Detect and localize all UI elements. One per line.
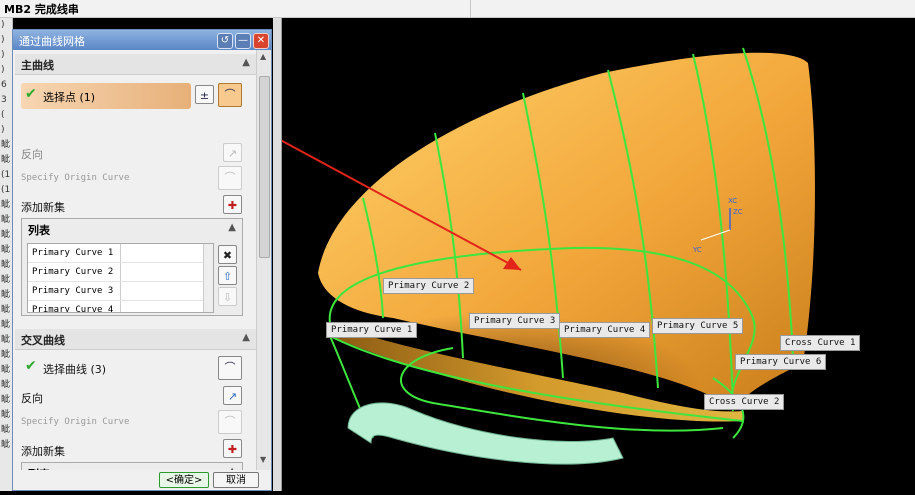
label-cross-curve-1[interactable]: Cross Curve 1: [780, 335, 861, 351]
primary-curves-title: 主曲线: [21, 59, 54, 72]
left-strip-item: 眦: [1, 440, 11, 450]
dialog-title: 通过曲线网格: [19, 35, 85, 48]
list-item[interactable]: Primary Curve 3: [28, 282, 213, 301]
reset-button[interactable]: ↺: [217, 33, 233, 49]
left-strip-item: 眦: [1, 380, 11, 390]
graphics-viewport[interactable]: XC ZC YC Primary Curve 2 Primary Curve 1…: [172, 18, 915, 491]
cancel-button[interactable]: 取消: [213, 472, 259, 488]
left-strip-item: 眦: [1, 335, 11, 345]
reverse-direction-button[interactable]: ↗: [223, 143, 242, 162]
dialog-content: 主曲线 ▲ ✔ 选择点 (1) ± ⌒ 反向 ↗ Specify Origin …: [13, 50, 256, 490]
cross-curves-title: 交叉曲线: [21, 334, 65, 347]
app-title: MB2 完成线串: [4, 3, 79, 16]
minimize-button[interactable]: —: [235, 33, 251, 49]
cross-origin-label: Specify Origin Curve: [21, 417, 130, 427]
move-down-icon[interactable]: ⇩: [218, 287, 237, 306]
left-strip-item: 眦: [1, 200, 11, 210]
list-item[interactable]: Primary Curve 2: [28, 263, 213, 282]
left-strip-item: ): [1, 125, 5, 135]
left-strip-item: 眦: [1, 230, 11, 240]
scroll-up-icon[interactable]: ▲: [260, 52, 266, 61]
left-strip-item: 眦: [1, 410, 11, 420]
scroll-thumb[interactable]: [259, 76, 270, 258]
label-primary-curve-3[interactable]: Primary Curve 3: [469, 313, 561, 329]
scroll-down-icon[interactable]: ▼: [260, 455, 266, 464]
table-scrollbar[interactable]: [203, 244, 213, 312]
viewport-left-scrollbar[interactable]: [273, 18, 282, 491]
yc-axis-label: YC: [693, 246, 702, 254]
label-primary-curve-4[interactable]: Primary Curve 4: [559, 322, 651, 338]
primary-add-set-label: 添加新集: [21, 201, 65, 214]
select-point-label: 选择点 (1): [43, 91, 96, 104]
model-scene: [172, 47, 815, 465]
left-strip-item: 眦: [1, 260, 11, 270]
curve-select-button[interactable]: ⌒: [218, 83, 242, 107]
through-curve-mesh-dialog: 通过曲线网格 ↺ — ✕ 主曲线 ▲ ✔ 选择点 (1) ± ⌒ 反向 ↗ Sp…: [12, 29, 272, 491]
primary-origin-label: Specify Origin Curve: [21, 173, 130, 183]
label-primary-curve-1[interactable]: Primary Curve 1: [326, 322, 418, 338]
cross-add-set-label: 添加新集: [21, 445, 65, 458]
move-up-icon[interactable]: ⇧: [218, 266, 237, 285]
label-cross-curve-2[interactable]: Cross Curve 2: [704, 394, 785, 410]
primary-reverse-label: 反向: [21, 148, 43, 161]
list-title: 列表: [28, 224, 50, 237]
check-icon: ✔: [25, 86, 37, 102]
origin-curve-button[interactable]: ⌒: [218, 166, 242, 190]
left-strip-item: ): [1, 65, 5, 75]
cross-reverse-label: 反向: [21, 392, 43, 405]
cross-curve-select-button[interactable]: ⌒: [218, 356, 242, 380]
dialog-title-bar[interactable]: 通过曲线网格 ↺ — ✕: [13, 30, 271, 50]
point-dialog-button[interactable]: ±: [195, 85, 214, 104]
collapse-caret-icon[interactable]: ▲: [242, 57, 250, 68]
add-new-set-button[interactable]: ✚: [223, 195, 242, 214]
app-title-bar: MB2 完成线串: [0, 0, 915, 18]
check-icon: ✔: [25, 358, 37, 374]
left-strip-item: (1: [1, 185, 11, 195]
select-point-row[interactable]: ✔ 选择点 (1): [21, 83, 191, 109]
collapse-caret-icon[interactable]: ▲: [228, 222, 236, 233]
left-strip-item: 眦: [1, 320, 11, 330]
left-strip-item: 眦: [1, 245, 11, 255]
left-strip-item: 眦: [1, 290, 11, 300]
ok-button[interactable]: <确定>: [159, 472, 209, 488]
reverse-direction-button[interactable]: ↗: [223, 386, 242, 405]
left-strip-item: 眦: [1, 275, 11, 285]
label-primary-curve-2[interactable]: Primary Curve 2: [383, 278, 475, 294]
left-strip-item: ): [1, 50, 5, 60]
dialog-scrollbar[interactable]: ▲ ▼: [256, 50, 271, 470]
primary-curves-section-header[interactable]: 主曲线 ▲: [15, 54, 256, 75]
list-item[interactable]: Primary Curve 1: [28, 244, 213, 263]
left-strip-item: 眦: [1, 155, 11, 165]
left-strip-item: 眦: [1, 395, 11, 405]
primary-list-panel: 列表 ▲ Primary Curve 1 Primary Curve 2 Pri…: [21, 218, 243, 316]
left-strip-item: 眦: [1, 215, 11, 225]
close-button[interactable]: ✕: [253, 33, 269, 49]
left-strip-item: ): [1, 20, 5, 30]
left-strip-item: 眦: [1, 425, 11, 435]
left-strip-item: ): [1, 35, 5, 45]
remove-icon[interactable]: ✖: [218, 245, 237, 264]
left-strip-item: (1: [1, 170, 11, 180]
left-strip-item: (: [1, 110, 5, 120]
left-strip-item: 眦: [1, 140, 11, 150]
title-bar-divider: [470, 0, 471, 17]
label-primary-curve-6[interactable]: Primary Curve 6: [735, 354, 827, 370]
xc-axis-label: XC: [728, 197, 738, 205]
left-strip-item: 眦: [1, 350, 11, 360]
dialog-button-bar: <确定> 取消: [13, 470, 271, 490]
left-strip-item: 眦: [1, 365, 11, 375]
collapse-caret-icon[interactable]: ▲: [242, 332, 250, 343]
origin-curve-button[interactable]: ⌒: [218, 410, 242, 434]
add-new-set-button[interactable]: ✚: [223, 439, 242, 458]
cross-curves-section-header[interactable]: 交叉曲线 ▲: [15, 329, 256, 350]
left-strip-item: 眦: [1, 305, 11, 315]
primary-curves-table[interactable]: Primary Curve 1 Primary Curve 2 Primary …: [27, 243, 214, 313]
zc-axis-label: ZC: [733, 208, 743, 216]
list-item[interactable]: Primary Curve 4: [28, 301, 213, 312]
label-primary-curve-5[interactable]: Primary Curve 5: [652, 318, 744, 334]
select-curve-label[interactable]: 选择曲线 (3): [43, 361, 106, 377]
left-strip-item: 6: [1, 80, 7, 90]
left-strip-item: 3: [1, 95, 7, 105]
